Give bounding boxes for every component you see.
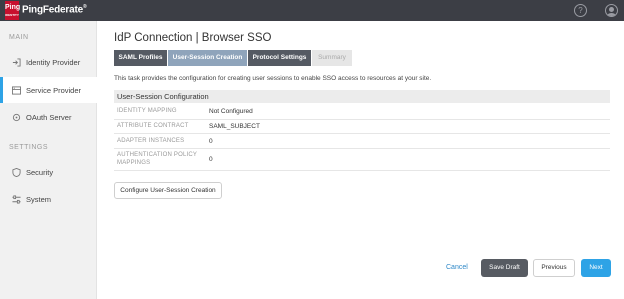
logo-subtext: IDENTITY [5,13,19,17]
section-header: User-Session Configuration [114,90,610,103]
question-circle-icon[interactable]: ? [574,4,587,17]
ping-logo[interactable]: Ping IDENTITY [5,1,21,20]
tab-user-session-creation[interactable]: User-Session Creation [168,50,247,66]
save-draft-button[interactable]: Save Draft [481,259,528,277]
sidebar-section-settings: SETTINGS [9,144,49,151]
sidebar-item-identity-provider[interactable]: Identity Provider [0,49,97,75]
brand-name: PingFederate® [22,4,87,16]
page-title: IdP Connection | Browser SSO [114,32,272,44]
sidebar-item-security[interactable]: Security [0,159,97,185]
sidebar-item-label: Identity Provider [26,58,81,67]
cancel-link[interactable]: Cancel [446,264,468,271]
tab-protocol-settings[interactable]: Protocol Settings [248,50,311,66]
wizard-tabs: SAML Profiles User-Session Creation Prot… [114,50,352,66]
table-row: ATTRIBUTE CONTRACT SAML_SUBJECT [114,120,610,134]
next-button[interactable]: Next [581,259,611,277]
row-value: 0 [209,156,213,163]
sidebar: MAIN Identity Provider Service Provider … [0,21,97,299]
task-description: This task provides the configuration for… [114,75,432,82]
sign-in-icon [12,58,21,67]
sidebar-item-label: Security [26,168,54,177]
sliders-icon [12,195,21,204]
server-icon [12,86,21,95]
previous-button[interactable]: Previous [533,259,575,277]
brand-registered-mark: ® [82,4,87,10]
row-key: ADAPTER INSTANCES [117,138,185,144]
user-avatar-body [607,13,616,16]
row-key: IDENTITY MAPPING [117,108,177,114]
sidebar-item-label: Service Provider [26,86,82,95]
table-row: ADAPTER INSTANCES 0 [114,134,610,149]
shield-icon [12,167,21,178]
sidebar-item-service-provider[interactable]: Service Provider [0,77,97,103]
row-value: Not Configured [209,108,253,115]
table-row: IDENTITY MAPPING Not Configured [114,104,610,120]
row-key-line2: MAPPINGS [117,160,151,166]
sidebar-item-label: System [26,195,52,204]
table-row: AUTHENTICATION POLICY MAPPINGS 0 [114,149,610,171]
configure-user-session-button[interactable]: Configure User-Session Creation [114,182,222,199]
sidebar-section-main: MAIN [9,34,29,41]
sidebar-item-system[interactable]: System [0,186,97,212]
row-key: ATTRIBUTE CONTRACT [117,123,189,129]
logo-text: Ping [5,4,21,11]
tab-saml-profiles[interactable]: SAML Profiles [114,50,167,66]
user-avatar-head [609,7,614,12]
top-bar: Ping IDENTITY PingFederate® ? [0,0,624,21]
row-value: 0 [209,138,213,145]
sidebar-item-oauth-server[interactable]: OAuth Server [0,104,97,130]
tab-summary: Summary [312,50,352,66]
row-key: AUTHENTICATION POLICY [117,152,198,158]
row-value: SAML_SUBJECT [209,123,260,130]
sidebar-item-label: OAuth Server [26,113,72,122]
user-avatar-icon[interactable] [605,4,618,17]
oauth-icon [12,113,21,122]
brand-label: PingFederate [22,4,83,16]
